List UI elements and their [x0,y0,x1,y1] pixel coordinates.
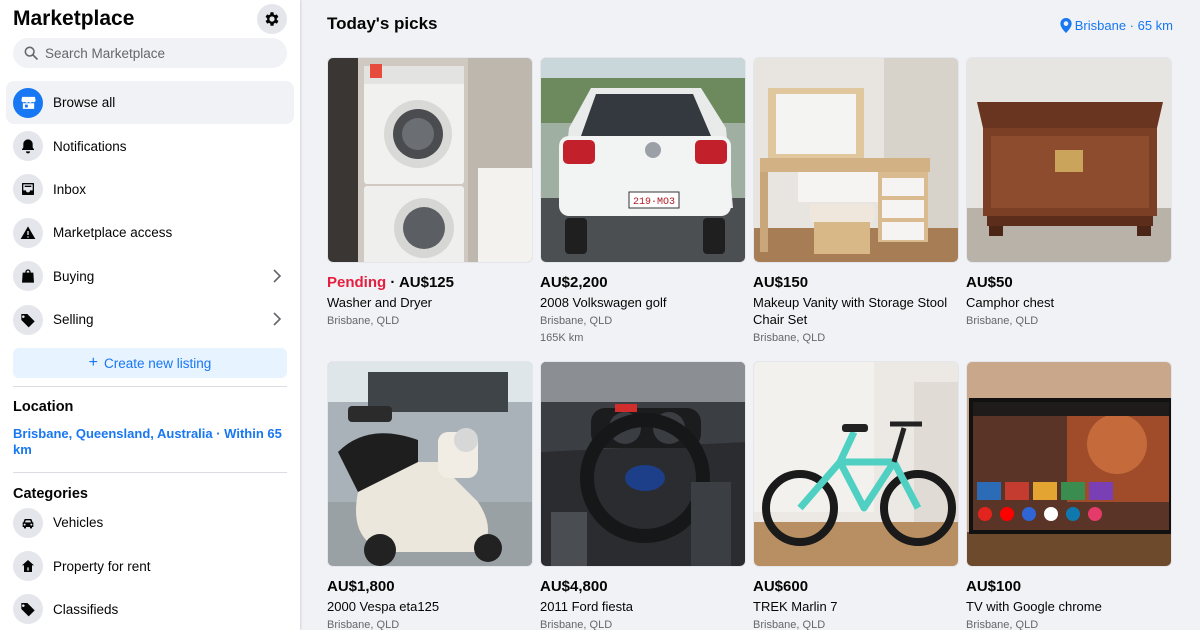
categories-list: Vehicles Property for rent Classifieds [6,501,294,630]
inbox-icon [13,174,43,205]
shopping-bag-icon [13,261,43,292]
listing-location: Brisbane, QLD [753,332,826,344]
chevron-right-icon [273,268,282,283]
bell-icon [13,131,43,162]
location-filter-button[interactable]: Brisbane · 65 km [1060,18,1173,33]
sidebar-item-browse-all[interactable]: Browse all [6,81,294,125]
listing-card[interactable]: AU$600 TREK Marlin 7 Brisbane, QLD [753,361,959,630]
sidebar-item-selling[interactable]: Selling [6,298,294,341]
plus-icon: + [88,354,99,371]
sidebar-nav: Browse all Notifications Inbox Marketpla… [6,81,294,341]
listing-photo-vespa[interactable] [327,361,533,567]
listing-price: AU$4,800 [540,578,608,595]
listing-photo-makeup-vanity[interactable] [753,57,959,263]
sidebar-item-label: Selling [53,312,94,328]
listing-title: Makeup Vanity with Storage Stool Chair S… [753,295,948,327]
listing-title: TV with Google chrome [966,599,1102,614]
divider [13,386,287,387]
search-icon [24,46,38,60]
sidebar-item-notifications[interactable]: Notifications [6,124,294,167]
house-icon [13,551,43,582]
chevron-right-icon [273,312,282,326]
category-label: Property for rent [53,558,151,574]
sidebar-item-label: Notifications [53,138,127,154]
location-filter-label: Brisbane · 65 km [1074,18,1173,33]
listing-price: AU$150 [753,274,809,291]
section-title: Today's picks [327,14,438,33]
category-label: Vehicles [53,515,104,531]
listing-price: AU$100 [966,578,1022,595]
categories-heading: Categories [13,486,88,502]
gear-icon [265,12,279,26]
listing-price-row: Pending · AU$125 [327,274,533,292]
listing-price: AU$1,800 [327,578,395,595]
map-pin-icon [1060,18,1072,33]
listing-price: AU$50 [966,274,1013,291]
listing-price-separator: · [386,274,399,291]
sidebar-item-label: Browse all [53,95,116,111]
listing-location: Brisbane, QLD [540,619,613,630]
sidebar-header: Marketplace [13,4,287,34]
listing-price: AU$2,200 [540,274,608,291]
listing-title: 2011 Ford fiesta [540,599,633,614]
listing-card[interactable]: AU$150 Makeup Vanity with Storage Stool … [753,57,959,345]
listing-card[interactable]: AU$100 TV with Google chrome Brisbane, Q… [966,361,1172,630]
sidebar-item-inbox[interactable]: Inbox [6,168,294,211]
category-item-property-for-rent[interactable]: Property for rent [6,544,294,587]
category-item-vehicles[interactable]: Vehicles [6,501,294,544]
category-label: Classifieds [53,601,119,617]
listing-price: AU$125 [398,274,454,291]
listing-title: Camphor chest [966,295,1055,310]
listing-location: Brisbane, QLD [966,619,1039,630]
search-bar[interactable] [13,38,287,68]
listing-location: Brisbane, QLD [327,315,400,327]
category-item-classifieds[interactable]: Classifieds [6,588,294,630]
price-tag-icon [13,304,43,335]
svg-text:219·MO3: 219·MO3 [633,197,675,208]
listing-title: Washer and Dryer [327,295,432,310]
sidebar: Marketplace Browse all Notifications Inb… [0,0,300,630]
main-content: Today's picks Brisbane · 65 km Pending ·… [300,0,1200,630]
listing-card[interactable]: 219·MO3 AU$2,200 2008 Volkswagen golf Br… [540,57,746,345]
create-listing-button[interactable]: + Create new listing [13,348,287,378]
location-link[interactable]: Brisbane, Queensland, Australia · Within… [13,426,283,458]
listing-location: Brisbane, QLD [540,315,613,327]
divider [13,472,287,473]
settings-button[interactable] [257,4,287,34]
sidebar-item-label: Marketplace access [53,225,173,241]
listing-title: TREK Marlin 7 [753,599,838,614]
sidebar-item-buying[interactable]: Buying [6,255,294,298]
listing-photo-washer-dryer[interactable] [327,57,533,263]
listing-mileage: 165K km [540,332,584,344]
listing-price: AU$600 [753,578,809,595]
sidebar-item-label: Buying [53,268,95,284]
listing-status: Pending [327,274,387,291]
page-title: Marketplace [13,7,135,30]
listing-location: Brisbane, QLD [966,315,1039,327]
listing-photo-tv[interactable] [966,361,1172,567]
sidebar-item-label: Inbox [53,181,87,197]
search-input[interactable] [45,45,275,61]
sidebar-item-marketplace-access[interactable]: Marketplace access [6,211,294,254]
listing-photo-trek-bike[interactable] [753,361,959,567]
listing-title: 2000 Vespa eta125 [327,599,440,614]
warning-icon [13,217,43,248]
listing-title: 2008 Volkswagen golf [540,295,667,310]
listing-location: Brisbane, QLD [753,619,826,630]
listing-location: Brisbane, QLD [327,619,400,630]
listing-photo-camphor-chest[interactable] [966,57,1172,263]
listing-card[interactable]: AU$4,800 2011 Ford fiesta Brisbane, QLD [540,361,746,630]
listing-photo-ford-fiesta[interactable] [540,361,746,567]
tag-icon [13,594,43,625]
listing-card[interactable]: AU$1,800 2000 Vespa eta125 Brisbane, QLD [327,361,533,630]
location-heading: Location [13,399,74,415]
storefront-icon [13,87,43,118]
car-icon [13,507,43,538]
listing-card[interactable]: AU$50 Camphor chest Brisbane, QLD [966,57,1172,328]
listing-photo-volkswagen-golf[interactable]: 219·MO3 [540,57,746,263]
create-listing-label: Create new listing [104,355,212,371]
listing-card[interactable]: Pending · AU$125 Washer and Dryer Brisba… [327,57,533,328]
